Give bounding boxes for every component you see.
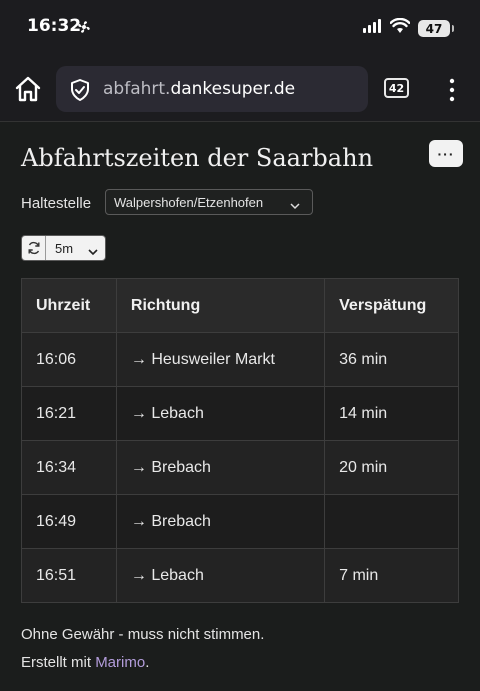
browser-toolbar: abfahrt.dankesuper.de 42 [0, 56, 480, 122]
url-domain: dankesuper.de [170, 79, 296, 99]
cell-time: 16:34 [21, 440, 117, 495]
header-direction: Richtung [115, 278, 326, 333]
cell-delay: 14 min [324, 386, 459, 441]
credits-suffix: . [145, 654, 150, 671]
table-header-row: Uhrzeit Richtung Verspätung [21, 278, 459, 333]
cell-delay: 20 min [324, 440, 459, 495]
cell-time: 16:49 [21, 494, 117, 549]
url-text[interactable]: abfahrt.dankesuper.de [103, 79, 295, 99]
refresh-icon[interactable] [22, 236, 46, 260]
table-row: 16:51 → Lebach 7 min [21, 548, 459, 603]
table-row: 16:06 → Heusweiler Markt 36 min [21, 332, 459, 387]
header-delay: Verspätung [324, 278, 459, 333]
fan-icon [76, 19, 92, 40]
cell-delay: 36 min [324, 332, 459, 387]
stop-label: Haltestelle [21, 195, 92, 212]
status-bar: 16:32 47 [0, 0, 480, 56]
refresh-controls: 5m [21, 235, 106, 261]
chevron-down-icon [290, 198, 300, 213]
cell-direction: → Brebach [115, 494, 326, 549]
cell-direction: → Lebach [115, 386, 326, 441]
menu-icon[interactable] [446, 78, 458, 102]
stop-select[interactable]: Walpershofen/Etzenhofen [105, 189, 313, 215]
header-time: Uhrzeit [21, 278, 117, 333]
wifi-icon [389, 17, 411, 39]
table-row: 16:34 → Brebach 20 min [21, 440, 459, 495]
refresh-interval-select[interactable]: 5m [46, 236, 105, 260]
page-title: Abfahrtszeiten der Saarbahn [21, 144, 374, 172]
status-time: 16:32 [27, 16, 82, 36]
marimo-link[interactable]: Marimo [95, 654, 145, 671]
shield-icon[interactable] [68, 78, 92, 107]
more-options-button[interactable]: ··· [429, 140, 463, 167]
stop-select-value: Walpershofen/Etzenhofen [114, 194, 264, 210]
interval-value: 5m [55, 240, 74, 256]
cell-delay: 7 min [324, 548, 459, 603]
url-prefix: abfahrt. [103, 79, 171, 99]
battery-icon: 47 [418, 20, 454, 37]
cell-time: 16:51 [21, 548, 117, 603]
tabs-button[interactable]: 42 [384, 78, 409, 98]
cell-direction: → Brebach [115, 440, 326, 495]
credits-prefix: Erstellt mit [21, 654, 96, 671]
home-icon[interactable] [14, 76, 44, 104]
table-row: 16:49 → Brebach [21, 494, 459, 549]
cell-direction: → Heusweiler Markt [115, 332, 326, 387]
credits-text: Erstellt mit Marimo. [21, 654, 149, 671]
signal-icon [362, 18, 382, 39]
departures-table: Uhrzeit Richtung Verspätung 16:06 → Heus… [21, 278, 459, 603]
cell-direction: → Lebach [115, 548, 326, 603]
page-content: Abfahrtszeiten der Saarbahn ··· Halteste… [0, 122, 480, 691]
status-indicators: 47 [362, 17, 454, 39]
cell-delay [324, 494, 459, 549]
chevron-down-icon [88, 244, 98, 259]
disclaimer-text: Ohne Gewähr - muss nicht stimmen. [21, 626, 265, 643]
cell-time: 16:06 [21, 332, 117, 387]
cell-time: 16:21 [21, 386, 117, 441]
table-row: 16:21 → Lebach 14 min [21, 386, 459, 441]
address-bar[interactable]: abfahrt.dankesuper.de [56, 66, 368, 112]
